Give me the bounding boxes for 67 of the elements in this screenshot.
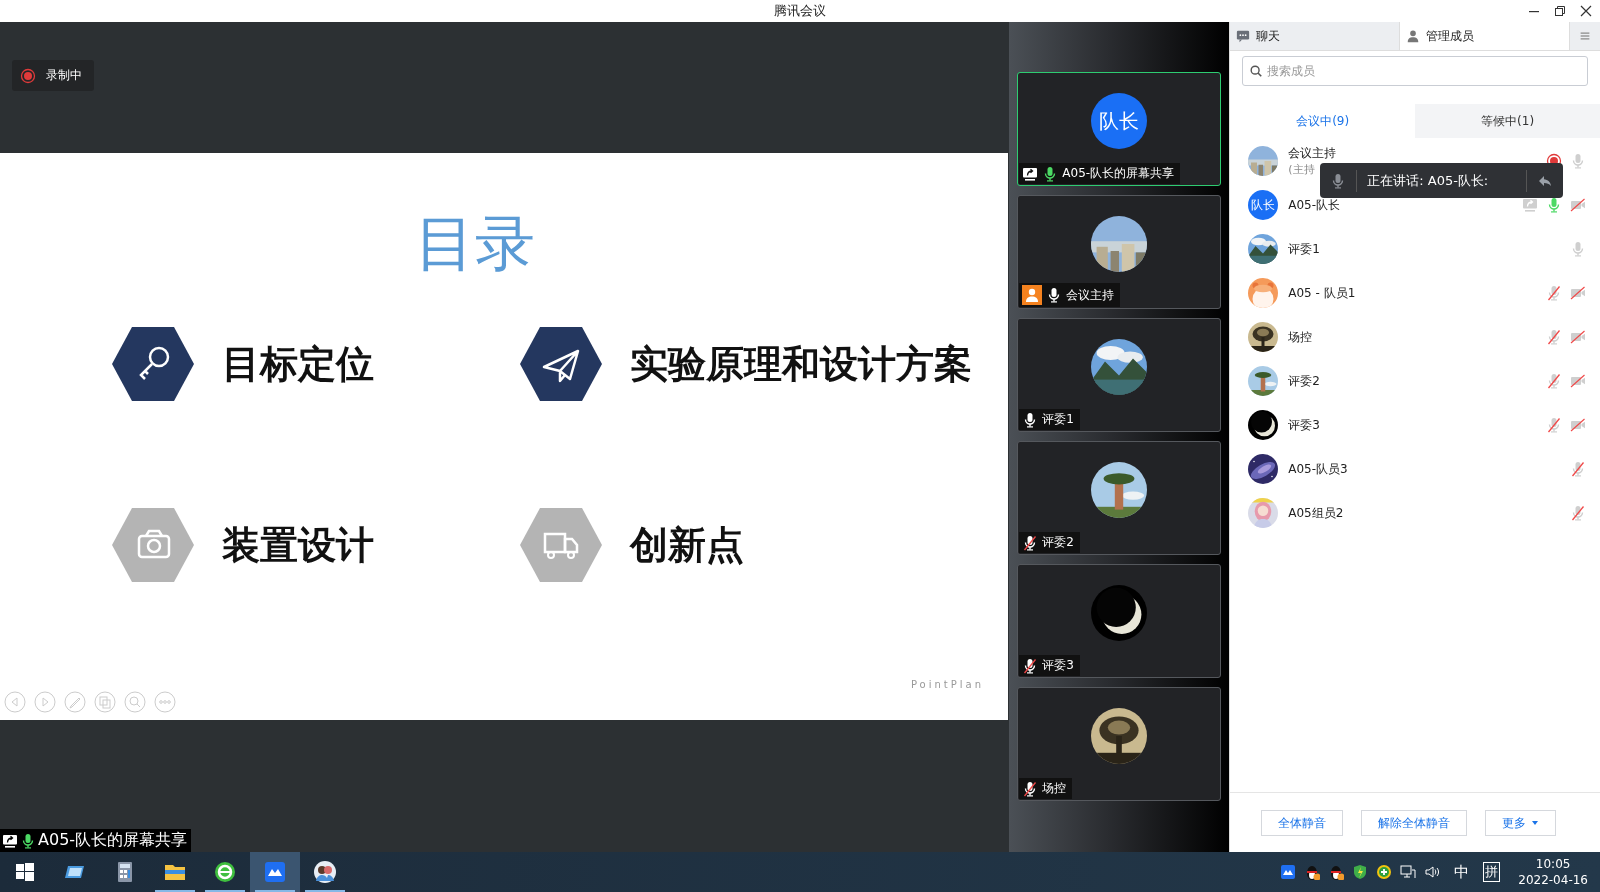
clock-date: 2022-04-16 [1518, 873, 1588, 887]
browser-icon[interactable] [213, 860, 237, 884]
participant-name: A05-队长的屏幕共享 [1062, 165, 1175, 182]
recording-label: 录制中 [46, 67, 82, 84]
window-title: 腾讯会议 [774, 2, 826, 20]
more-button[interactable]: 更多 [1485, 810, 1556, 836]
participant-name: 场控 [1288, 328, 1314, 346]
avatar: 队长 [1248, 190, 1279, 220]
close-icon[interactable] [1580, 5, 1592, 17]
volume-icon[interactable] [1424, 864, 1441, 880]
slide-item-label: 创新点 [630, 521, 744, 569]
caret-icon [1531, 819, 1539, 827]
penguin-icon[interactable] [1328, 864, 1345, 880]
action-button[interactable]: 全体静音 [1261, 810, 1343, 836]
shield-icon[interactable] [1352, 864, 1369, 880]
person-icon [1406, 29, 1421, 43]
screen-share-text: A05-队长的屏幕共享 [38, 830, 188, 851]
meeting-app-icon[interactable] [1280, 864, 1297, 880]
video-tile[interactable]: 评委2 [1017, 441, 1222, 555]
participant-name: 评委1 [1288, 240, 1321, 258]
participant-name: 评委1 [1042, 411, 1074, 428]
taskbar-button[interactable] [250, 852, 300, 892]
video-tile[interactable]: 队长 A05-队长的屏幕共享 [1017, 72, 1222, 186]
slide-heading: 目录 [415, 208, 535, 278]
restore-icon[interactable] [1554, 5, 1566, 17]
clock-time: 10:05 [1535, 857, 1571, 871]
people-icon[interactable] [313, 860, 337, 884]
network-icon[interactable] [1400, 864, 1417, 880]
action-button[interactable]: 解除全体静音 [1361, 810, 1467, 836]
input-method-label[interactable]: 中 [1454, 862, 1470, 882]
chat-icon [1236, 29, 1251, 43]
participant-tab[interactable]: 等候中(1) [1415, 104, 1600, 138]
input-mode-label[interactable]: 拼 [1483, 862, 1501, 882]
key-icon [139, 346, 170, 381]
search-field[interactable]: 搜索成员 [1242, 56, 1588, 86]
slide-item-label: 实验原理和设计方案 [630, 340, 972, 388]
participant-name: 评委2 [1288, 372, 1321, 390]
participant-name: 评委2 [1042, 534, 1074, 551]
start-icon[interactable] [16, 863, 34, 881]
participant-name: 评委3 [1042, 657, 1074, 674]
avatar: 队长 [1091, 93, 1148, 149]
paper-plane-icon [542, 349, 580, 383]
truck-icon [543, 532, 579, 559]
participant-name: 评委3 [1288, 416, 1321, 434]
speaking-text: 正在讲话: A05-队长: [1367, 171, 1490, 190]
participant-name: 场控 [1042, 780, 1067, 797]
penguin-icon[interactable] [1304, 864, 1321, 880]
camera-icon [137, 529, 171, 559]
participant-name: 会议主持 [1066, 286, 1115, 304]
participant-name: A05-队员3 [1288, 460, 1349, 478]
participant-name: A05组员2 [1288, 504, 1345, 522]
slide-logo: PointPlan [910, 679, 984, 690]
video-tile[interactable]: 评委3 [1017, 564, 1222, 678]
slide-item-label: 目标定位 [222, 340, 374, 388]
participant-name: 会议主持 [1288, 145, 1338, 162]
video-tile[interactable]: 会议主持 [1017, 195, 1222, 309]
record-icon [20, 67, 36, 84]
slide-item-label: 装置设计 [222, 521, 374, 569]
search-icon [1249, 64, 1264, 78]
video-tile[interactable]: 场控 [1017, 687, 1222, 801]
participant-name: A05-队长 [1288, 196, 1342, 214]
plus-icon[interactable] [1376, 864, 1393, 880]
participant-role: (主持 [1288, 162, 1316, 177]
panel-tab[interactable]: 管理成员 [1400, 22, 1571, 50]
participant-name: A05 - 队员1 [1288, 284, 1357, 302]
video-tile[interactable]: 评委1 [1017, 318, 1222, 432]
meeting-app-icon[interactable] [263, 860, 287, 884]
